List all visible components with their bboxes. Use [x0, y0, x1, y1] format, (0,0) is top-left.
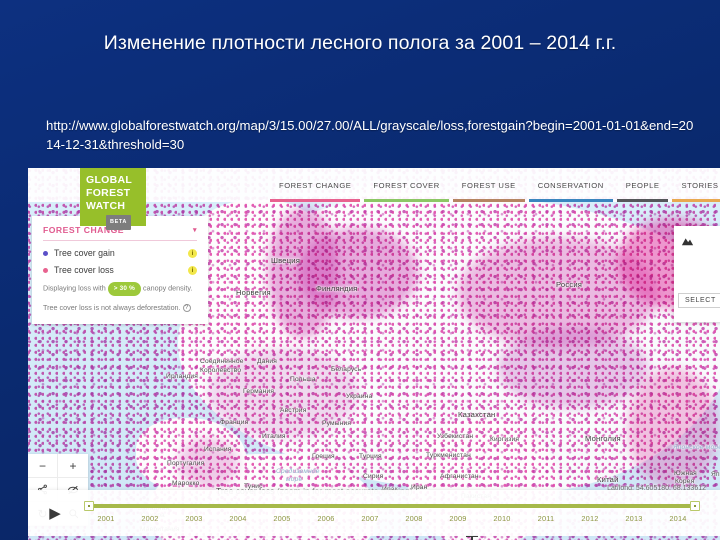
- nav-item-forest-cover[interactable]: FOREST COVER: [362, 168, 450, 202]
- timeline-year[interactable]: 2002: [128, 514, 172, 523]
- legend-item-tree-cover-gain[interactable]: Tree cover gain i: [43, 248, 197, 258]
- forest-change-legend-panel: FOREST CHANGE ▾ Tree cover gain i Tree c…: [32, 216, 208, 324]
- nav-label: STORIES: [681, 180, 719, 190]
- timeline-year[interactable]: 2010: [480, 514, 524, 523]
- note-suffix: canopy density.: [143, 283, 193, 293]
- logo-line-2: FOREST: [86, 187, 131, 199]
- timeline-track-wrapper: 2001 2002 2003 2004 2005 2006 2007 2008 2009 2010…: [82, 500, 720, 523]
- play-button[interactable]: ▶: [28, 504, 82, 522]
- select-area-button[interactable]: SELECT: [678, 293, 720, 308]
- timeline-year[interactable]: 2008: [392, 514, 436, 523]
- timeline-year-labels: 2001 2002 2003 2004 2005 2006 2007 2008 2009 2010…: [84, 514, 700, 523]
- canopy-density-note: Displaying loss with > 30 % canopy densi…: [43, 282, 197, 296]
- source-url: http://www.globalforestwatch.org/map/3/1…: [46, 118, 694, 152]
- timeline-year[interactable]: 2003: [172, 514, 216, 523]
- legend-item-label: Tree cover loss: [54, 265, 114, 275]
- nav-underline: [672, 199, 720, 202]
- range-end-handle[interactable]: [690, 500, 700, 511]
- range-start-handle[interactable]: [84, 500, 94, 511]
- timeline-year[interactable]: 2011: [524, 514, 568, 523]
- nav-underline: [270, 199, 361, 202]
- nav-label: FOREST USE: [461, 180, 516, 190]
- gain-color-swatch: [43, 250, 48, 256]
- logo-line-1: GLOBAL: [86, 174, 133, 186]
- timeline-year[interactable]: 2005: [260, 514, 304, 523]
- nav-item-conservation[interactable]: CONSERVATION: [527, 168, 615, 202]
- nav-item-forest-use[interactable]: FOREST USE: [451, 168, 527, 202]
- canopy-threshold-pill[interactable]: > 30 %: [107, 282, 141, 296]
- info-icon[interactable]: i: [188, 248, 197, 258]
- loss-color-swatch: [43, 267, 48, 273]
- note-prefix: Displaying loss with: [43, 283, 106, 293]
- logo-line-3: WATCH: [86, 200, 126, 212]
- primary-nav: FOREST CHANGE FOREST COVER FOREST USE CO…: [268, 168, 720, 202]
- loss-blotch: [208, 348, 358, 438]
- legend-item-tree-cover-loss[interactable]: Tree cover loss i: [43, 265, 197, 275]
- timeline-year[interactable]: 2006: [304, 514, 348, 523]
- deforestation-disclaimer: Tree cover loss is not always deforestat…: [43, 303, 197, 314]
- loss-blotch: [268, 208, 338, 338]
- nav-label: PEOPLE: [625, 180, 660, 190]
- help-icon[interactable]: ?: [182, 303, 191, 312]
- zoom-in-button[interactable]: +: [58, 454, 88, 478]
- nav-underline: [616, 199, 669, 202]
- chevron-down-icon[interactable]: ▾: [193, 226, 197, 234]
- nav-label: CONSERVATION: [537, 180, 604, 190]
- timeline-slider[interactable]: [84, 500, 700, 511]
- legend-item-label: Tree cover gain: [54, 248, 115, 258]
- nav-underline: [528, 199, 613, 202]
- timeline-year[interactable]: 2004: [216, 514, 260, 523]
- info-icon[interactable]: i: [188, 265, 197, 275]
- year-timeline: ▶ 2001 2002 2003 2004 2005 2006 2007 2008 2009 20…: [28, 490, 720, 536]
- beta-badge: BETA: [106, 215, 131, 230]
- loss-blotch: [498, 328, 648, 408]
- nav-label: FOREST CHANGE: [279, 180, 352, 190]
- timeline-year[interactable]: 2007: [348, 514, 392, 523]
- timeline-year[interactable]: 2001: [84, 514, 128, 523]
- gfw-logo[interactable]: GLOBAL FOREST WATCH BETA: [80, 168, 146, 230]
- nav-underline: [452, 199, 525, 202]
- timeline-year[interactable]: 2009: [436, 514, 480, 523]
- timeline-year[interactable]: 2014: [656, 514, 700, 523]
- loss-blotch: [178, 438, 238, 488]
- nav-underline: [364, 199, 449, 202]
- nav-label: FOREST COVER: [373, 180, 440, 190]
- disclaimer-text: Tree cover loss is not always deforestat…: [43, 302, 181, 312]
- global-forest-watch-screenshot: FOREST CHANGE FOREST COVER FOREST USE CO…: [28, 168, 720, 540]
- nav-item-forest-change[interactable]: FOREST CHANGE: [268, 168, 362, 202]
- analysis-search-icon[interactable]: [680, 237, 695, 252]
- nav-item-stories[interactable]: STORIES: [670, 168, 720, 202]
- page-title: Изменение плотности лесного полога за 20…: [103, 32, 617, 54]
- timeline-year[interactable]: 2012: [568, 514, 612, 523]
- zoom-out-button[interactable]: −: [28, 454, 58, 478]
- analysis-panel: SELECT: [674, 226, 720, 322]
- timeline-year[interactable]: 2013: [612, 514, 656, 523]
- loss-blotch: [628, 368, 718, 488]
- nav-item-people[interactable]: PEOPLE: [615, 168, 671, 202]
